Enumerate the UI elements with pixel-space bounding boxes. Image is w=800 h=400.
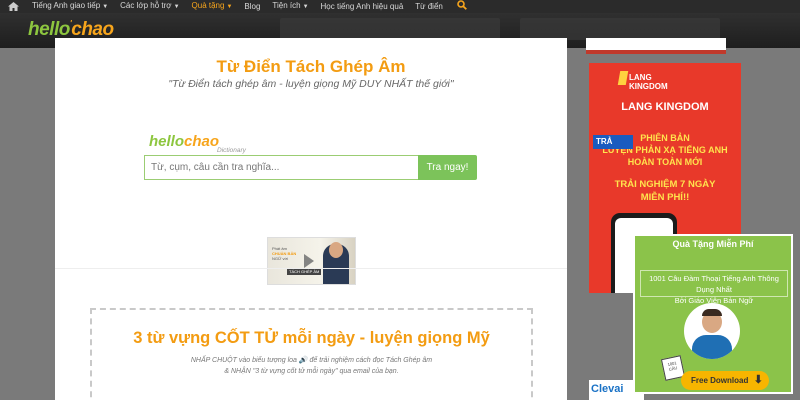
- promo-title: 3 từ vựng CỐT TỬ mỗi ngày - luyện giọng …: [133, 329, 490, 347]
- ad-phone-label: TRẢ: [593, 135, 633, 149]
- teacher-avatar: [684, 303, 740, 359]
- main-content: Từ Điển Tách Ghép Âm "Từ Điển tách ghép …: [55, 38, 567, 400]
- sidebar-top-ad[interactable]: [586, 38, 726, 54]
- caret-down-icon: ▼: [302, 4, 309, 10]
- nav-item-tu-dien[interactable]: Từ điển: [409, 0, 449, 13]
- header-banner-placeholder: [280, 18, 500, 40]
- promo-text: NHẤP CHUỘT vào biểu tượng loa 🔊 để trải …: [190, 357, 433, 375]
- free-gift-popup[interactable]: Quà Tặng Miễn Phí 1001 Câu Đàm Thoại Tiế…: [633, 234, 793, 394]
- play-icon[interactable]: [304, 254, 314, 268]
- nav-item-tien-ich[interactable]: Tiện ích ▼: [266, 0, 314, 14]
- section-divider: [55, 268, 567, 269]
- ad-brand-name: LANG KINGDOM: [621, 101, 709, 113]
- page-subtitle: "Từ Điển tách ghép âm - luyện giọng Mỹ D…: [168, 78, 454, 90]
- ad-line: MIỄN PHÍ!!: [640, 192, 690, 203]
- video-tag: TÁCH GHÉP ÂM: [287, 268, 322, 275]
- dictionary-search-input[interactable]: Từ, cụm, câu cần tra nghĩa...: [144, 155, 419, 180]
- caret-down-icon: ▼: [102, 4, 109, 10]
- lang-kingdom-logo-icon: [617, 71, 629, 85]
- header-banner-placeholder: [520, 18, 720, 40]
- video-thumbnail[interactable]: Phát âm CHUẨN BẢN NGỮ với TÁCH GHÉP ÂM: [267, 237, 356, 285]
- vocab-promo-box: 3 từ vựng CỐT TỬ mỗi ngày - luyện giọng …: [90, 308, 533, 400]
- nav-item-hoc-hieu-qua[interactable]: Học tiếng Anh hiệu quả: [315, 0, 410, 13]
- search-button[interactable]: Tra ngay!: [418, 155, 477, 180]
- video-label: Phát âm CHUẨN BẢN NGỮ với: [272, 246, 297, 261]
- free-download-button[interactable]: Free Download ⬇: [681, 371, 769, 390]
- ad-line: TRẢI NGHIỆM 7 NGÀY: [614, 179, 716, 190]
- nav-item-giao-tiep[interactable]: Tiếng Anh giao tiếp ▼: [26, 0, 114, 14]
- search-icon[interactable]: [449, 0, 467, 14]
- nav-item-cac-lop[interactable]: Các lớp hỗ trợ ▼: [114, 0, 185, 14]
- dictionary-logo: hellochao Dictionary: [149, 133, 246, 154]
- nav-item-qua-tang[interactable]: Quà tặng ▼: [186, 0, 239, 14]
- popup-description: 1001 Câu Đàm Thoại Tiếng Anh Thông Dụng …: [640, 270, 788, 305]
- download-icon: ⬇: [753, 374, 763, 386]
- caret-down-icon: ▼: [226, 4, 233, 10]
- top-nav: Tiếng Anh giao tiếp ▼ Các lớp hỗ trợ ▼ Quà…: [0, 0, 800, 13]
- home-icon[interactable]: [0, 0, 26, 13]
- ad-brand: LANG KINGDOM: [629, 73, 668, 91]
- popup-title: Quà Tặng Miễn Phí: [672, 239, 754, 249]
- nav-item-blog[interactable]: Blog: [238, 0, 266, 13]
- caret-down-icon: ▼: [173, 4, 180, 10]
- presenter-head: [329, 242, 343, 258]
- page-title: Từ Điển Tách Ghép Âm: [216, 57, 406, 76]
- ad-line: HOÀN TOÀN MỚI: [627, 157, 703, 167]
